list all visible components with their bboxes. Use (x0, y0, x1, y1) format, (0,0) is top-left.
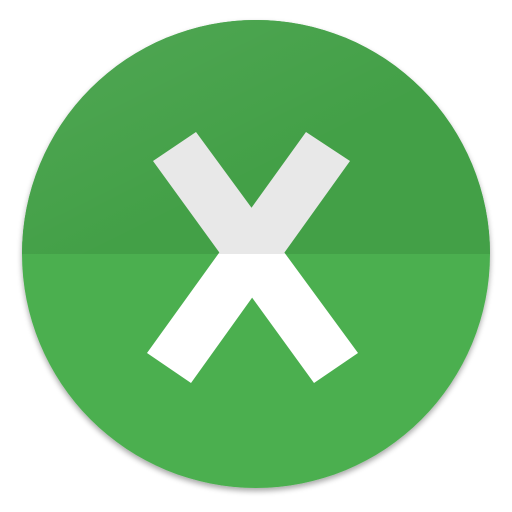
app-icon-container (0, 0, 512, 512)
x-app-icon (22, 20, 490, 488)
